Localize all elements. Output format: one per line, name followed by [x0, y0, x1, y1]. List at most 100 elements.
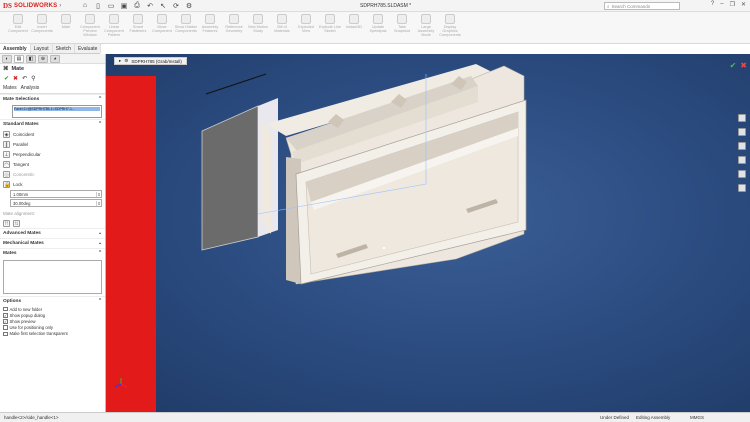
mate-option-concentric[interactable]: ◎ Concentric	[0, 169, 105, 179]
option-label: Show popup dialog	[9, 312, 46, 318]
dimxpert-tab-icon[interactable]: ⊕	[38, 55, 48, 63]
anti-aligned-icon[interactable]: ⇅	[13, 219, 20, 227]
search-box[interactable]: ⌕ Search Commands	[604, 2, 680, 10]
configuration-manager-tab-icon[interactable]: ◧	[26, 55, 36, 63]
rebuild-icon[interactable]: ⟳	[171, 1, 181, 10]
close-icon[interactable]: ✕	[741, 1, 746, 8]
options-gear-icon[interactable]: ⚙	[184, 1, 194, 10]
distance-input[interactable]: 1.00mm ⇕	[10, 190, 102, 198]
minimize-icon[interactable]: –	[720, 1, 723, 8]
custom-properties-icon[interactable]	[738, 184, 746, 192]
tab-layout[interactable]: Layout	[31, 44, 53, 53]
ribbon-button[interactable]: Smart Fasteners	[126, 14, 150, 33]
ribbon-button[interactable]: Take Snapshot	[390, 14, 414, 33]
checkbox[interactable]: ✓	[3, 319, 8, 324]
tab-sketch[interactable]: Sketch	[53, 44, 75, 53]
ribbon-button[interactable]: Edit Component	[6, 14, 30, 33]
assembly-model[interactable]	[106, 54, 750, 412]
ribbon-button[interactable]: Insert Components	[30, 14, 54, 33]
tab-mates[interactable]: Mates	[3, 85, 17, 91]
restore-icon[interactable]: ❐	[730, 1, 735, 8]
command-manager-ribbon: Edit Component Insert Components Mate Compo…	[0, 12, 750, 44]
mate-option-lock[interactable]: 🔒 Lock	[0, 179, 105, 189]
mate-selections-header[interactable]: Mate Selections ⌃	[0, 94, 105, 104]
appearances-icon[interactable]	[738, 170, 746, 178]
tray-body[interactable]	[285, 65, 527, 285]
ribbon-button[interactable]: Linear Component Pattern	[102, 14, 126, 38]
aligned-icon[interactable]: ⇈	[3, 219, 10, 227]
checkbox[interactable]	[3, 331, 8, 337]
new-document-icon[interactable]: ▯	[93, 1, 103, 10]
ribbon-button[interactable]: Assembly Features	[198, 14, 222, 33]
confirm-cancel-icon[interactable]: ✖	[740, 61, 747, 70]
undo-icon[interactable]: ↶	[145, 1, 155, 10]
ribbon-button[interactable]: Display Graphics Components	[438, 14, 462, 38]
tab-evaluate[interactable]: Evaluate	[75, 44, 102, 53]
ribbon-button[interactable]: Move Component	[150, 14, 174, 33]
ribbon-button[interactable]: Component Preview Window	[78, 14, 102, 38]
checkbox[interactable]	[3, 325, 8, 330]
pushpin-icon[interactable]: ⚲	[31, 75, 35, 82]
tab-assembly[interactable]: Assembly	[0, 44, 31, 53]
feature-manager-tab-icon[interactable]: ◐	[2, 55, 12, 63]
standard-mates-header[interactable]: Standard Mates ⌃	[0, 119, 105, 129]
confirm-check-icon[interactable]: ✔	[730, 61, 737, 70]
alignment-buttons-row: ⇈ ⇅	[0, 218, 105, 228]
checkbox[interactable]	[3, 306, 8, 312]
mate-option-parallel[interactable]: ∥ Parallel	[0, 139, 105, 149]
options-header[interactable]: Options ⌃	[0, 296, 105, 306]
design-library-icon[interactable]	[738, 128, 746, 136]
open-folder-icon[interactable]: ▭	[106, 1, 116, 10]
ribbon-command-icon	[13, 14, 23, 24]
display-manager-tab-icon[interactable]: ◕	[50, 55, 60, 63]
perpendicular-icon: ⊥	[3, 150, 10, 158]
checkbox[interactable]: ✓	[3, 313, 8, 318]
help-icon[interactable]: ?	[711, 1, 714, 8]
print-icon[interactable]: ⎙	[132, 1, 142, 10]
cancel-x-icon[interactable]: ✖	[13, 75, 18, 82]
mate-option-tangent[interactable]: ◠ Tangent	[0, 159, 105, 169]
mechanical-mates-header[interactable]: Mechanical Mates ⌄	[0, 238, 105, 248]
graphics-area[interactable]: ▸ ⚙ SDPRH785 (Grab/Install) ✔ ✖	[106, 54, 750, 412]
manager-tabs: ◐ ▤ ◧ ⊕ ◕	[0, 54, 105, 64]
ribbon-command-icon	[277, 14, 287, 24]
ribbon-button[interactable]: New Motion Study	[246, 14, 270, 33]
ribbon-button[interactable]: Mate	[54, 14, 78, 29]
mates-list-box[interactable]	[3, 260, 102, 294]
ribbon-command-icon	[373, 14, 383, 24]
ribbon-button[interactable]: Reference Geometry	[222, 14, 246, 33]
spinner-icon[interactable]: ⇕	[96, 200, 101, 206]
spinner-icon[interactable]: ⇕	[96, 191, 101, 197]
chevron-up-icon: ⌃	[97, 251, 102, 256]
ribbon-button[interactable]: Large Assembly Mode	[414, 14, 438, 38]
ribbon-button[interactable]: Update Speedpak	[366, 14, 390, 33]
ribbon-button[interactable]: Bill of Materials	[270, 14, 294, 33]
option-label: Show preview	[9, 318, 36, 324]
ribbon-button[interactable]: Show Hidden Components	[174, 14, 198, 33]
selected-entity[interactable]: Face<1>@SDPRH785-1<SDPRH7-1...	[14, 107, 100, 111]
property-manager-tab-icon[interactable]: ▤	[14, 55, 24, 63]
option-checkbox-row[interactable]: Make first selection transparent	[0, 331, 105, 337]
resources-icon[interactable]	[738, 114, 746, 122]
tab-analysis[interactable]: Analysis	[21, 85, 40, 91]
angle-input[interactable]: 30.00deg ⇕	[10, 199, 102, 207]
ribbon-button[interactable]: Explode Line Sketch	[318, 14, 342, 33]
home-icon[interactable]: ⌂	[80, 1, 90, 10]
file-explorer-icon[interactable]	[738, 142, 746, 150]
ribbon-button[interactable]: Exploded View	[294, 14, 318, 33]
select-arrow-icon[interactable]: ↖	[158, 1, 168, 10]
mate-option-perpendicular[interactable]: ⊥ Perpendicular	[0, 149, 105, 159]
ribbon-button[interactable]: Instant3D	[342, 14, 366, 29]
save-icon[interactable]: ▣	[119, 1, 129, 10]
undo-icon[interactable]: ↶	[22, 75, 27, 82]
mate-option-coincident[interactable]: ◈ Coincident	[0, 129, 105, 139]
advanced-mates-header[interactable]: Advanced Mates ⌄	[0, 228, 105, 238]
mate-selection-list[interactable]: Face<1>@SDPRH785-1<SDPRH7-1...	[12, 105, 102, 118]
mates-header[interactable]: Mates ⌃	[0, 248, 105, 258]
app-logo[interactable]: DS SOLIDWORKS ›	[3, 2, 61, 10]
ok-check-icon[interactable]: ✔	[4, 75, 9, 82]
ribbon-button-label: Large Assembly Mode	[417, 25, 435, 38]
status-units[interactable]: MMGS	[690, 415, 704, 420]
view-palette-icon[interactable]	[738, 156, 746, 164]
mate-option-label: Tangent	[13, 161, 30, 167]
